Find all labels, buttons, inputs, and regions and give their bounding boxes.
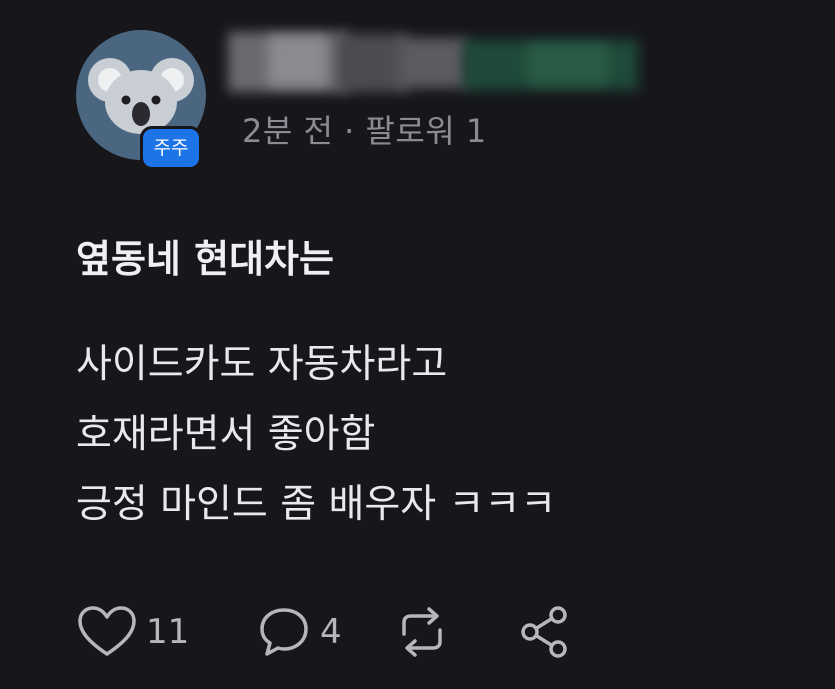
post-body: 사이드카도 자동차라고 호재라면서 좋아함 긍정 마인드 좀 배우자 ㅋㅋㅋ bbox=[76, 330, 556, 540]
author-avatar[interactable]: 주주 bbox=[76, 30, 206, 170]
body-line: 긍정 마인드 좀 배우자 ㅋㅋㅋ bbox=[76, 482, 557, 527]
like-button[interactable]: 11 bbox=[76, 600, 189, 664]
shareholder-badge: 주주 bbox=[140, 126, 202, 170]
body-line: 사이드카도 자동차라고 bbox=[76, 342, 448, 387]
post-meta: 2분 전 · 팔로워 1 bbox=[242, 112, 487, 150]
repost-icon bbox=[402, 607, 442, 657]
like-count: 11 bbox=[146, 612, 190, 652]
heart-icon bbox=[78, 606, 136, 656]
body-line: 호재라면서 좋아함 bbox=[76, 412, 376, 457]
post-title: 옆동네 현대차는 bbox=[76, 237, 334, 281]
username-censored bbox=[228, 22, 648, 102]
comment-bubble-icon bbox=[260, 608, 308, 656]
share-icon bbox=[521, 606, 567, 658]
comment-button[interactable]: 4 bbox=[256, 600, 342, 664]
post-card: 주주 2분 전 · 팔로워 1 옆동네 현대차는 사이드카도 자동차라고 호재라… bbox=[0, 0, 835, 689]
repost-button[interactable] bbox=[392, 600, 452, 664]
share-button[interactable] bbox=[516, 600, 572, 664]
comment-count: 4 bbox=[320, 612, 342, 652]
